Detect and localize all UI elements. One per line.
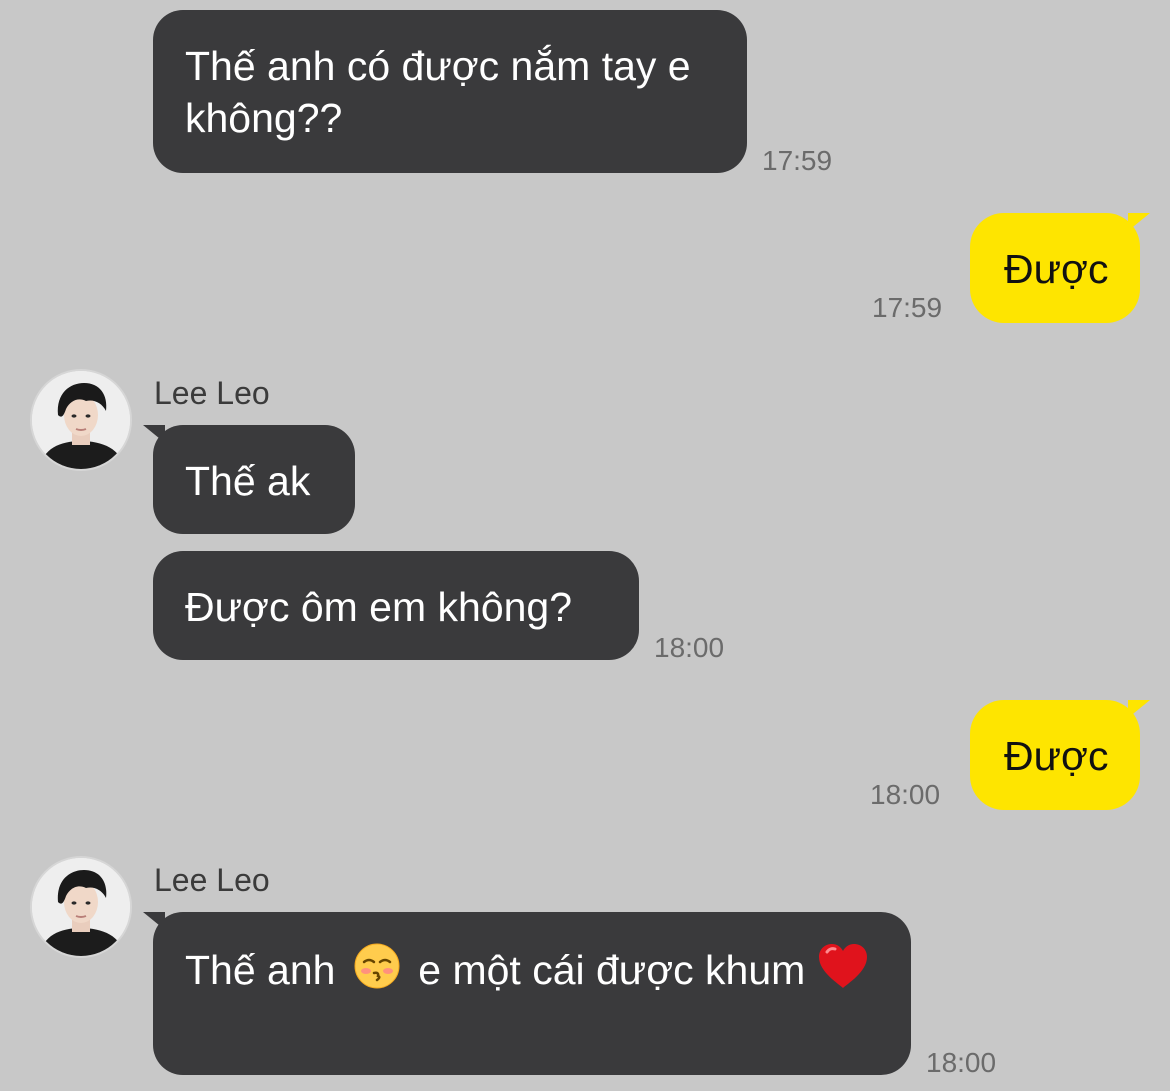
message-text: Thế ak xyxy=(185,458,311,504)
message-text: Được xyxy=(1004,246,1109,292)
message-text: Thế anh xyxy=(185,947,336,993)
message-text: Được xyxy=(1004,733,1109,779)
kissing-face-with-closed-eyes-icon xyxy=(353,942,401,990)
avatar[interactable] xyxy=(32,858,130,956)
message-timestamp: 17:59 xyxy=(872,292,943,323)
outgoing-message-bubble[interactable]: Được xyxy=(970,213,1150,323)
message-timestamp: 18:00 xyxy=(870,779,941,810)
message-timestamp: 17:59 xyxy=(762,145,833,176)
sender-name: Lee Leo xyxy=(154,862,270,898)
incoming-message-bubble[interactable]: Thế ak xyxy=(143,425,355,534)
incoming-message-bubble[interactable]: Thế anh có được nắm tay e không?? xyxy=(153,10,747,173)
avatar[interactable] xyxy=(32,371,130,469)
message-text: Thế anh có được nắm tay e không?? xyxy=(185,43,691,141)
message-text: e một cái được khum xyxy=(418,947,806,993)
outgoing-message-bubble[interactable]: Được xyxy=(970,700,1150,810)
message-timestamp: 18:00 xyxy=(926,1047,997,1078)
red-heart-icon xyxy=(817,942,869,990)
message-text: Được ôm em không? xyxy=(185,584,573,630)
sender-name: Lee Leo xyxy=(154,375,270,411)
incoming-message-bubble[interactable]: Được ôm em không? xyxy=(153,551,639,660)
message-timestamp: 18:00 xyxy=(654,632,725,663)
incoming-message-bubble[interactable]: Thế anh e một cái được khum xyxy=(143,912,911,1075)
